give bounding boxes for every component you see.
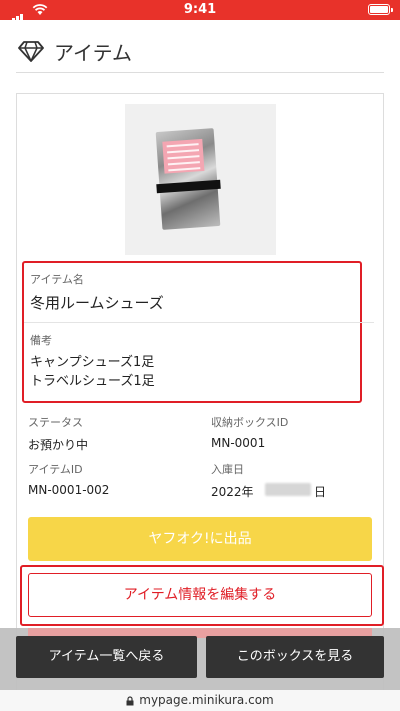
entry-date-suffix: 日 [314,485,327,499]
item-note-line-2: トラベルシューズ1足 [30,374,155,389]
box-id-label: 収納ボックスID [211,416,289,429]
clock-time: 9:41 [183,2,217,17]
battery-icon [368,4,393,15]
item-note-line-1: キャンプシューズ1足 [30,355,155,370]
url-text: mypage.minikura.com [139,693,274,707]
item-name-label: アイテム名 [30,273,84,286]
status-label: ステータス [28,416,83,429]
back-to-list-button[interactable]: アイテム一覧へ戻る [16,636,197,678]
item-photo [125,104,276,255]
page-header: アイテム [16,32,384,73]
yahoo-auction-button[interactable]: ヤフオク!に出品 [28,517,372,561]
item-note-label: 備考 [30,334,52,347]
page-title: アイテム [54,41,132,65]
status-value: お預かり中 [28,438,89,452]
status-bar: 9:41 [0,0,400,24]
entry-date-label: 入庫日 [211,463,244,476]
item-name-value: 冬用ルームシューズ [30,294,164,312]
divider [24,322,374,323]
box-id-value: MN-0001 [211,436,266,450]
edit-item-button[interactable]: アイテム情報を編集する [28,573,372,617]
entry-date-prefix: 2022年 [211,485,254,499]
shoe-package-image [155,128,221,230]
browser-url-bar[interactable]: mypage.minikura.com [0,690,400,711]
diamond-icon [18,41,44,62]
lock-icon [126,695,134,705]
view-box-button[interactable]: このボックスを見る [206,636,384,678]
item-id-value: MN-0001-002 [28,483,110,497]
item-id-label: アイテムID [28,463,83,476]
entry-date-redacted [265,483,311,496]
